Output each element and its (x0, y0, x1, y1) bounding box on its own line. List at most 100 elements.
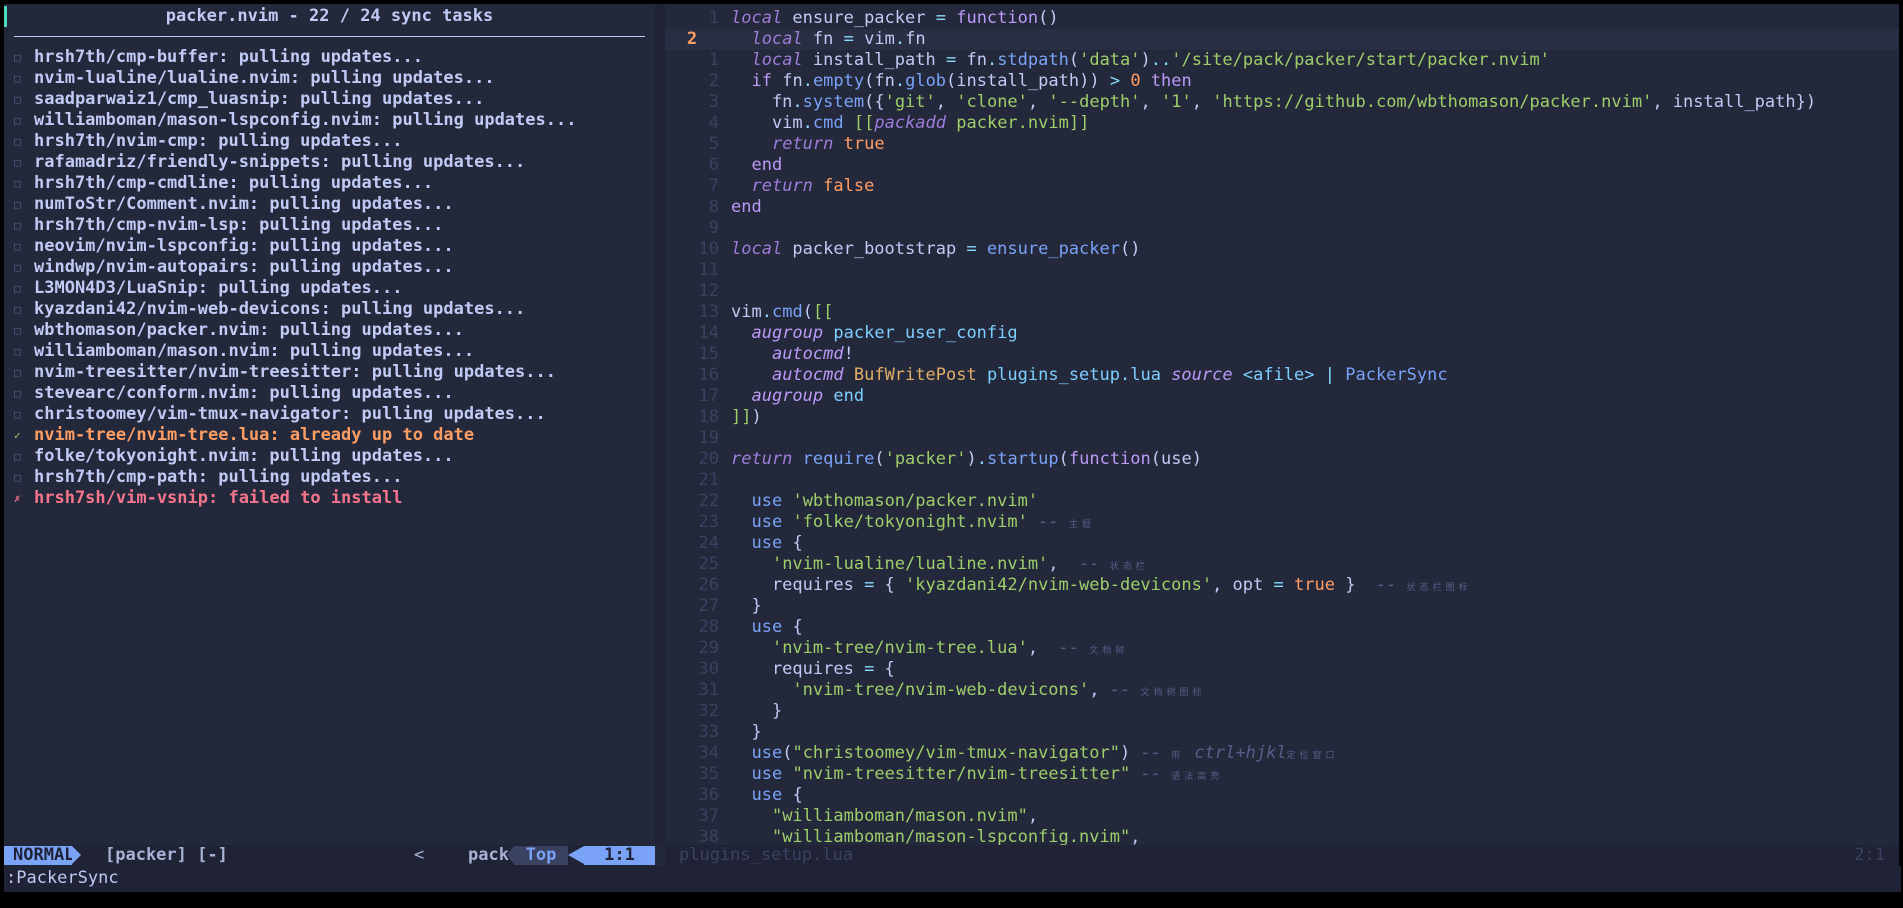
code-line[interactable]: 18]]) (665, 407, 1899, 428)
code-line[interactable]: 29 'nvim-tree/nvim-tree.lua', -- 文档树 (665, 638, 1899, 659)
plugin-task-item[interactable]: □ wbthomason/packer.nvim: pulling updates… (14, 320, 576, 341)
code-line[interactable]: 23 use 'folke/tokyonight.nvim' -- 主题 (665, 512, 1899, 533)
line-number: 23 (698, 512, 719, 532)
plugin-task-item[interactable]: □ kyazdani42/nvim-web-devicons: pulling u… (14, 299, 576, 320)
plugin-task-item[interactable]: □ williamboman/mason.nvim: pulling update… (14, 341, 576, 362)
plugin-task-item[interactable]: ✓ nvim-tree/nvim-tree.lua: already up to … (14, 425, 576, 446)
code-line[interactable]: 6 end (665, 155, 1899, 176)
code-token: { (782, 533, 803, 553)
code-text: local fn = vim.fn (731, 29, 925, 49)
code-token: ) (1140, 50, 1151, 70)
packer-sync-pane[interactable]: packer.nvim - 22 / 24 sync tasks □ hrsh7t… (4, 4, 655, 845)
code-line[interactable]: 12 (665, 281, 1899, 302)
code-line[interactable]: 27 } (665, 596, 1899, 617)
line-number: 18 (698, 407, 719, 427)
code-token: 状态栏图标 (1406, 583, 1472, 593)
code-buffer[interactable]: 1 local ensure_packer = function() 2 local… (665, 8, 1899, 845)
code-line[interactable]: 1 local install_path = fn.stdpath('data'… (665, 50, 1899, 71)
plugin-task-item[interactable]: □ numToStr/Comment.nvim: pulling updates.… (14, 194, 576, 215)
plugin-task-item[interactable]: □ hrsh7th/cmp-buffer: pulling updates... (14, 47, 576, 68)
plugin-task-item[interactable]: □ christoomey/vim-tmux-navigator: pulling… (14, 404, 576, 425)
code-token: 'nvim-tree/nvim-tree.lua' (771, 638, 1028, 658)
code-line[interactable]: 31 'nvim-tree/nvim-web-devicons', -- 文档树… (665, 680, 1899, 701)
line-number: 15 (698, 344, 719, 364)
code-line[interactable]: 28 use { (665, 617, 1899, 638)
code-line[interactable]: 22 use 'wbthomason/packer.nvim' (665, 491, 1899, 512)
code-line[interactable]: 5 return true (665, 134, 1899, 155)
plugin-task-item[interactable]: □ saadparwaiz1/cmp_luasnip: pulling updat… (14, 89, 576, 110)
code-token: if (751, 71, 772, 91)
code-line[interactable]: 13 vim.cmd([[ (665, 302, 1899, 323)
code-line[interactable]: 24 use { (665, 533, 1899, 554)
code-token: return (731, 449, 793, 469)
file-name: plugins_setup.lua (679, 845, 853, 865)
plugin-task-item[interactable]: □ hrsh7th/nvim-cmp: pulling updates... (14, 131, 576, 152)
code-line[interactable]: 38 "williamboman/mason-lspconfig.nvim", (665, 827, 1899, 845)
code-line[interactable]: 21 (665, 470, 1899, 491)
code-text: vim.cmd([[ (731, 302, 833, 322)
code-line[interactable]: 4 vim.cmd [[packadd packer.nvim]] (665, 113, 1899, 134)
code-line[interactable]: 33 } (665, 722, 1899, 743)
code-line[interactable]: 37 "williamboman/mason.nvim", (665, 806, 1899, 827)
code-line[interactable]: 7 return false (665, 176, 1899, 197)
code-token: 0 (1130, 71, 1141, 91)
code-line[interactable]: 26 requires = { 'kyazdani42/nvim-web-dev… (665, 575, 1899, 596)
code-line[interactable]: 16 autocmd BufWritePost plugins_setup.lu… (665, 365, 1899, 386)
plugin-task-item[interactable]: □ williamboman/mason-lspconfig.nvim: pull… (14, 110, 576, 131)
code-line[interactable]: 2 if fn.empty(fn.glob(install_path)) > 0… (665, 71, 1899, 92)
code-line[interactable]: 9 (665, 218, 1899, 239)
code-text: 'nvim-lualine/lualine.nvim', -- 状态栏 (731, 554, 1149, 574)
code-text: 'nvim-tree/nvim-tree.lua', -- 文档树 (731, 638, 1128, 658)
plugin-task-item[interactable]: □ rafamadriz/friendly-snippets: pulling u… (14, 152, 576, 173)
line-number: 13 (698, 302, 719, 322)
code-token: system (802, 92, 865, 112)
plugin-task-item[interactable]: □ nvim-treesitter/nvim-treesitter: pullin… (14, 362, 576, 383)
code-line[interactable]: 10 local packer_bootstrap = ensure_packer… (665, 239, 1899, 260)
plugin-task-item[interactable]: □ hrsh7th/cmp-cmdline: pulling updates... (14, 173, 576, 194)
plugin-task-item[interactable]: □ L3MON4D3/LuaSnip: pulling updates... (14, 278, 576, 299)
code-line[interactable]: 20 return require('packer').startup(funct… (665, 449, 1899, 470)
code-token: 'nvim-tree/nvim-web-devicons' (792, 680, 1090, 700)
code-token: ) (966, 449, 977, 469)
code-line[interactable]: 17 augroup end (665, 386, 1899, 407)
code-line[interactable]: 3 fn.system({'git', 'clone', '--depth', … (665, 92, 1899, 113)
code-line[interactable]: 30 requires = { (665, 659, 1899, 680)
code-line[interactable]: 14 augroup packer_user_config (665, 323, 1899, 344)
code-text: local packer_bootstrap = ensure_packer() (731, 239, 1140, 259)
code-line[interactable]: 1 local ensure_packer = function() (665, 8, 1899, 29)
code-token: true (843, 134, 885, 154)
code-line[interactable]: 15 autocmd! (665, 344, 1899, 365)
code-token: <afile> (1242, 365, 1315, 385)
plugin-task-item[interactable]: □ neovim/nvim-lspconfig: pulling updates.… (14, 236, 576, 257)
command-line[interactable]: :PackerSync (4, 866, 1901, 892)
scroll-percent: Top (514, 846, 568, 865)
plugin-task-item[interactable]: □ hrsh7th/cmp-path: pulling updates... (14, 467, 576, 488)
pending-icon: □ (14, 93, 21, 106)
plugin-task-item[interactable]: ✗ hrsh7sh/vim-vsnip: failed to install (14, 488, 576, 509)
code-token: 'https://github.com/wbthomason/packer.nv… (1212, 92, 1653, 112)
code-line[interactable]: 19 (665, 428, 1899, 449)
code-line[interactable]: 34 use("christoomey/vim-tmux-navigator")… (665, 743, 1899, 764)
plugin-task-item[interactable]: □ stevearc/conform.nvim: pulling updates.… (14, 383, 576, 404)
plugin-task-item[interactable]: □ folke/tokyonight.nvim: pulling updates.… (14, 446, 576, 467)
code-line[interactable]: 11 (665, 260, 1899, 281)
code-line[interactable]: 35 use "nvim-treesitter/nvim-treesitter"… (665, 764, 1899, 785)
plugin-task-text: neovim/nvim-lspconfig: pulling updates..… (34, 236, 454, 256)
plugin-task-item[interactable]: □ windwp/nvim-autopairs: pulling updates.… (14, 257, 576, 278)
code-token: "nvim-treesitter/nvim-treesitter" (792, 764, 1131, 784)
editor-pane[interactable]: 1 local ensure_packer = function() 2 local… (665, 4, 1899, 845)
plugin-task-item[interactable]: □ hrsh7th/cmp-nvim-lsp: pulling updates..… (14, 215, 576, 236)
line-number: 17 (698, 386, 719, 406)
code-line[interactable]: 2 local fn = vim.fn (665, 29, 1899, 50)
code-line[interactable]: 25 'nvim-lualine/lualine.nvim', -- 状态栏 (665, 554, 1899, 575)
code-line[interactable]: 32 } (665, 701, 1899, 722)
plugin-task-item[interactable]: □ nvim-lualine/lualine.nvim: pulling upda… (14, 68, 576, 89)
plugin-task-text: saadparwaiz1/cmp_luasnip: pulling update… (34, 89, 485, 109)
plugin-task-text: windwp/nvim-autopairs: pulling updates..… (34, 257, 454, 277)
code-line[interactable]: 36 use { (665, 785, 1899, 806)
code-line[interactable]: 8 end (665, 197, 1899, 218)
